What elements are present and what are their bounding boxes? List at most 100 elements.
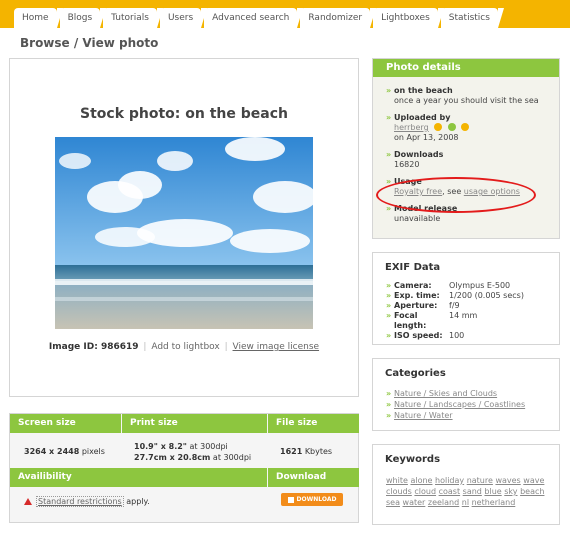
tab-home[interactable]: Home <box>14 8 63 28</box>
keyword-link[interactable]: nl <box>462 498 469 507</box>
exif-box: EXIF Data Camera: Olympus E-500 Exp. time… <box>372 252 560 345</box>
restrictions-suffix: apply. <box>126 497 150 506</box>
exif-value: Olympus E-500 <box>449 281 511 290</box>
usage-highlight-circle <box>376 177 536 213</box>
separator: | <box>224 342 228 352</box>
photo-details-body: on the beach once a year you should visi… <box>373 77 559 238</box>
page-title: Browse / View photo <box>20 36 159 50</box>
keyword-link[interactable]: zeeland <box>428 498 459 507</box>
category-link[interactable]: Nature / Water <box>394 411 453 420</box>
category-item: Nature / Water <box>373 410 559 421</box>
print-size-cell: 10.9" x 8.2" at 300dpi 27.7cm x 20.8cm a… <box>134 441 251 463</box>
tab-blogs[interactable]: Blogs <box>59 8 106 28</box>
exif-row: Exp. time: 1/200 (0.005 secs) <box>373 291 559 301</box>
tab-advanced-search[interactable]: Advanced search <box>204 8 304 28</box>
keyword-link[interactable]: water <box>403 498 426 507</box>
categories-box: Categories Nature / Skies and Clouds Nat… <box>372 358 560 431</box>
file-size-unit: Kbytes <box>304 447 333 456</box>
screen-size-header: Screen size <box>10 414 121 433</box>
exif-header: EXIF Data <box>385 262 441 273</box>
exif-key: Exp. time: <box>394 291 440 300</box>
exif-key: Focal length: <box>394 311 427 330</box>
photo-title-label: on the beach <box>394 86 453 95</box>
tab-statistics[interactable]: Statistics <box>440 8 505 28</box>
category-link[interactable]: Nature / Landscapes / Coastlines <box>394 400 525 409</box>
exif-row: Focal length: 14 mm <box>373 311 559 331</box>
keyword-link[interactable]: sky <box>504 487 517 496</box>
photo-description: once a year you should visit the sea <box>394 96 539 105</box>
tab-users[interactable]: Users <box>159 8 208 28</box>
exif-row: Camera: Olympus E-500 <box>373 281 559 291</box>
photo-meta: Image ID: 986619 | Add to lightbox | Vie… <box>10 342 358 352</box>
keyword-link[interactable]: netherland <box>472 498 516 507</box>
print-size-header: Print size <box>122 414 267 433</box>
keyword-link[interactable]: beach <box>520 487 544 496</box>
category-item: Nature / Skies and Clouds <box>373 388 559 399</box>
keyword-link[interactable]: sea <box>386 498 400 507</box>
detail-downloads: Downloads 16820 <box>386 150 559 170</box>
exif-value: f/9 <box>449 301 460 310</box>
availability-header: Availibility <box>10 468 267 487</box>
exif-row: Aperture: f/9 <box>373 301 559 311</box>
keywords-box: Keywords white alone holiday nature wave… <box>372 444 560 525</box>
keywords-header: Keywords <box>385 454 441 465</box>
download-icon <box>287 496 294 503</box>
file-size-header: File size <box>268 414 359 433</box>
download-button[interactable]: DOWNLOAD <box>281 493 343 506</box>
add-to-lightbox-link[interactable]: Add to lightbox <box>151 342 219 352</box>
tab-randomizer[interactable]: Randomizer <box>300 8 376 28</box>
category-link[interactable]: Nature / Skies and Clouds <box>394 389 497 398</box>
view-license-link[interactable]: View image license <box>233 342 320 352</box>
detail-title: on the beach once a year you should visi… <box>386 86 559 106</box>
screen-size-value: 3264 x 2448 <box>24 447 80 456</box>
uploaded-by-label: Uploaded by <box>394 113 451 122</box>
rss-icon[interactable] <box>461 123 470 131</box>
print-size-inches: 10.9" x 8.2" <box>134 442 187 451</box>
downloads-label: Downloads <box>394 150 444 159</box>
separator: | <box>143 342 147 352</box>
keyword-link[interactable]: alone <box>410 476 432 485</box>
exif-key: ISO speed: <box>394 331 443 340</box>
detail-uploaded-by: Uploaded by herrberg on Apr 13, 2008 <box>386 113 559 143</box>
exif-row: ISO speed: 100 <box>373 331 559 341</box>
keyword-link[interactable]: wave <box>523 476 544 485</box>
keyword-link[interactable]: coast <box>439 487 461 496</box>
upload-date: on Apr 13, 2008 <box>394 133 459 142</box>
add-friend-icon[interactable] <box>447 123 456 131</box>
user-profile-icon[interactable] <box>434 123 443 131</box>
photo-info-table: Screen size Print size File size 3264 x … <box>9 413 359 523</box>
screen-size-unit: pixels <box>81 447 105 456</box>
model-release-value: unavailable <box>394 214 441 223</box>
tab-tutorials[interactable]: Tutorials <box>103 8 163 28</box>
exif-value: 100 <box>449 331 465 340</box>
uploader-link[interactable]: herrberg <box>394 123 429 132</box>
file-size-value: 1621 <box>280 447 303 456</box>
beach-photo-image <box>55 137 313 329</box>
tab-lightboxes[interactable]: Lightboxes <box>373 8 444 28</box>
download-header: Download <box>268 468 359 487</box>
exif-key: Camera: <box>394 281 432 290</box>
image-id: Image ID: 986619 <box>48 342 139 352</box>
download-button-label: DOWNLOAD <box>296 496 337 503</box>
photo-details-header: Photo details <box>373 59 559 77</box>
keyword-link[interactable]: blue <box>484 487 501 496</box>
keyword-link[interactable]: nature <box>467 476 493 485</box>
print-size-dpi-2: at 300dpi <box>212 453 252 462</box>
exif-value: 14 mm <box>449 311 478 320</box>
category-item: Nature / Landscapes / Coastlines <box>373 399 559 410</box>
print-size-cm: 27.7cm x 20.8cm <box>134 453 211 462</box>
keyword-link[interactable]: holiday <box>435 476 464 485</box>
availability-cell: Standard restrictions apply. <box>24 496 150 507</box>
exif-value: 1/200 (0.005 secs) <box>449 291 524 300</box>
standard-restrictions-link[interactable]: Standard restrictions <box>36 496 124 507</box>
keyword-link[interactable]: white <box>386 476 408 485</box>
exif-key: Aperture: <box>394 301 438 310</box>
keyword-link[interactable]: clouds <box>386 487 412 496</box>
beach-photo[interactable] <box>55 137 313 329</box>
keyword-link[interactable]: cloud <box>414 487 436 496</box>
photo-title: Stock photo: on the beach <box>80 106 288 122</box>
keyword-link[interactable]: waves <box>495 476 520 485</box>
keyword-list: white alone holiday nature waves wave cl… <box>373 475 559 508</box>
categories-header: Categories <box>385 368 446 379</box>
keyword-link[interactable]: sand <box>463 487 482 496</box>
